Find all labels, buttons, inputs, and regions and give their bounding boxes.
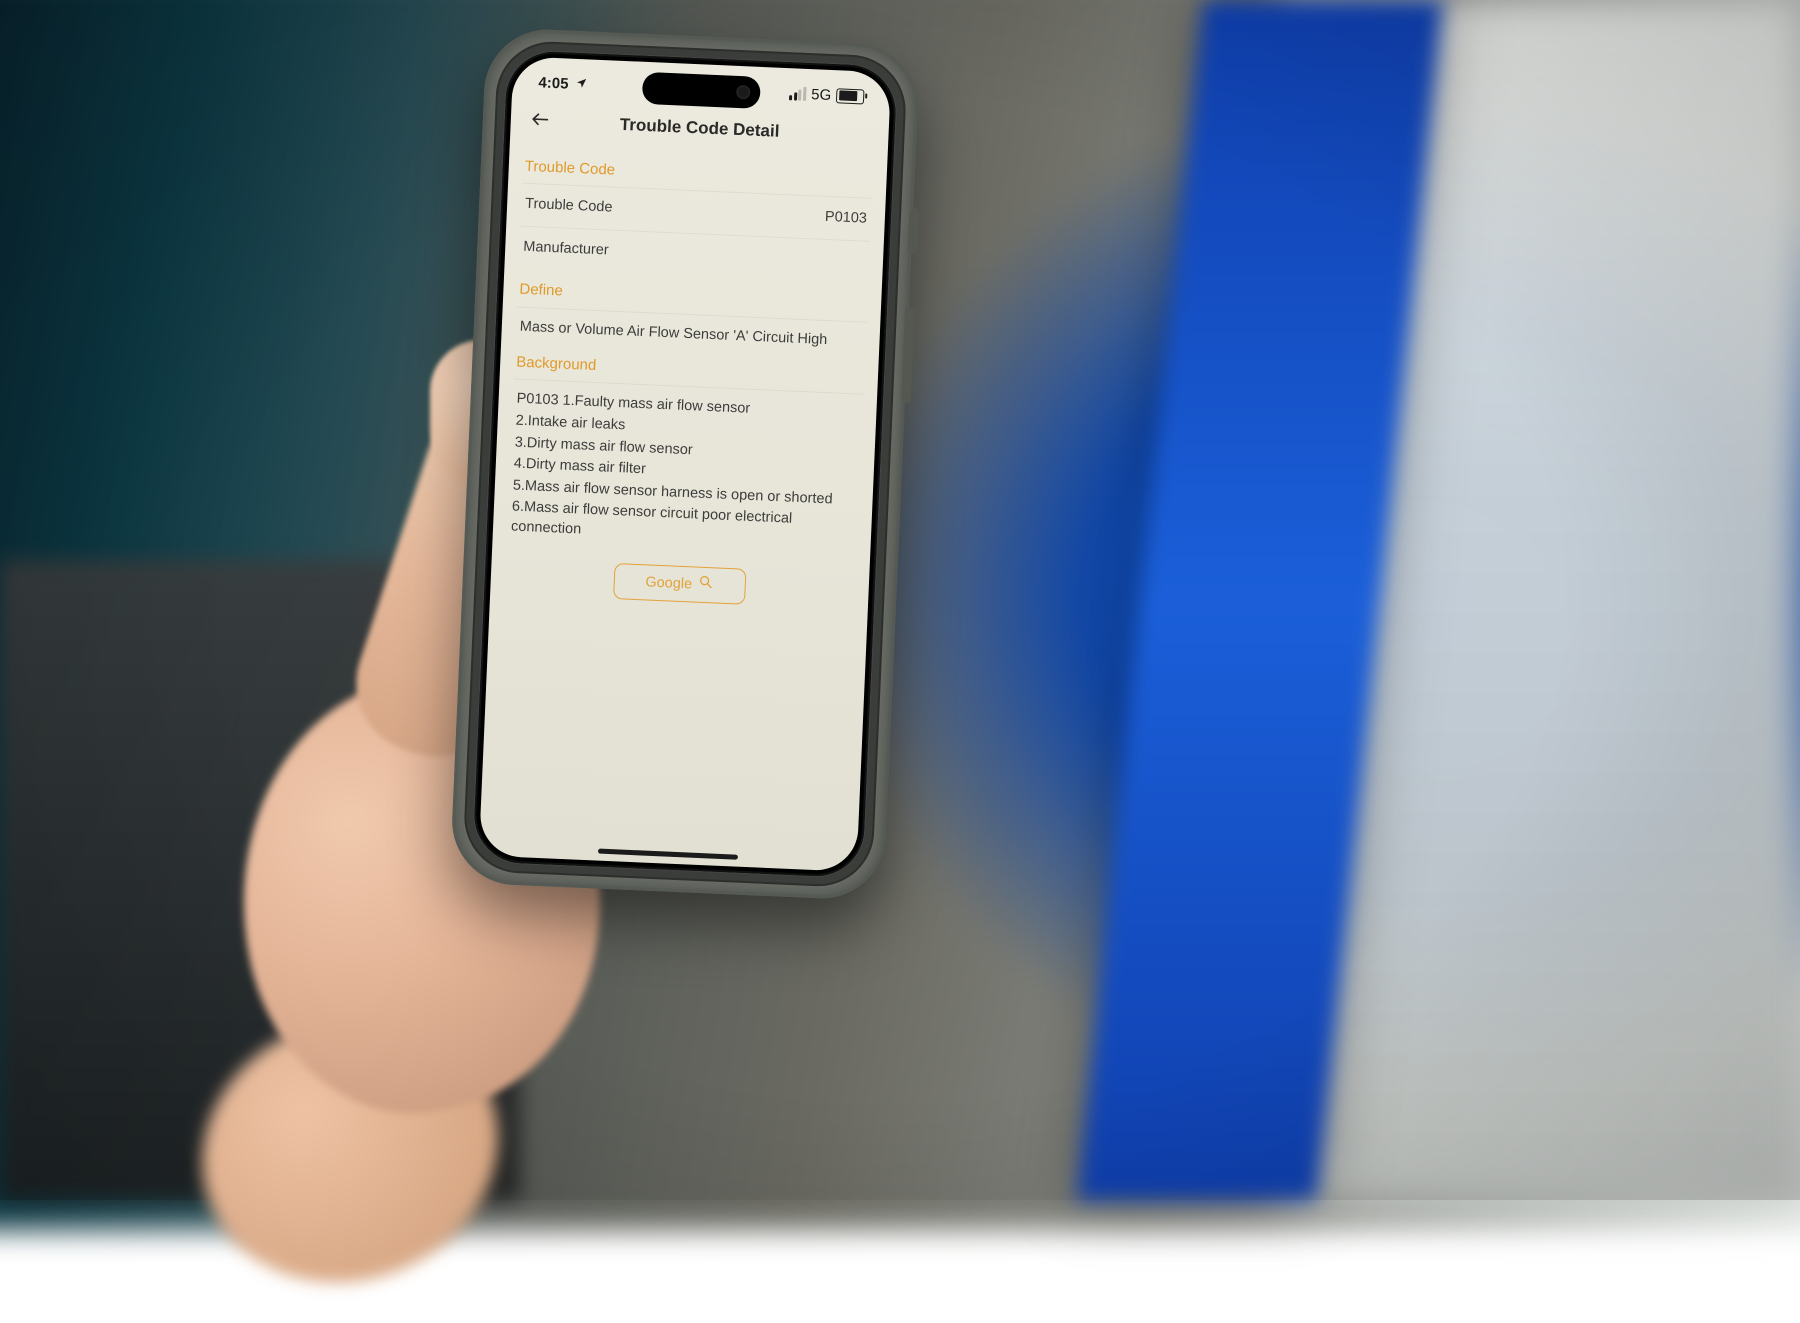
phone-screen: 4:05 5G Trouble Code Detail Trouble Code… — [479, 56, 892, 872]
search-icon — [698, 574, 715, 597]
volume-button — [907, 208, 919, 254]
battery-icon — [836, 88, 865, 104]
value-trouble-code: P0103 — [825, 208, 868, 229]
location-icon — [575, 75, 588, 93]
label-trouble-code: Trouble Code — [525, 195, 613, 218]
google-search-button[interactable]: Google — [613, 563, 746, 605]
cell-signal-icon — [789, 86, 806, 101]
define-text: Mass or Volume Air Flow Sensor 'A' Circu… — [515, 306, 866, 356]
background-list: P0103 1.Faulty mass air flow sensor 2.In… — [507, 379, 864, 552]
value-manufacturer — [865, 252, 866, 272]
label-manufacturer: Manufacturer — [523, 238, 609, 261]
network-label: 5G — [811, 86, 832, 104]
back-button[interactable] — [526, 109, 555, 134]
content-area[interactable]: Trouble Code Trouble Code P0103 Manufact… — [479, 144, 888, 872]
status-time: 4:05 — [538, 74, 588, 93]
google-button-label: Google — [645, 573, 693, 595]
page-title: Trouble Code Detail — [619, 115, 779, 142]
smartphone: 4:05 5G Trouble Code Detail Trouble Code… — [472, 50, 897, 878]
